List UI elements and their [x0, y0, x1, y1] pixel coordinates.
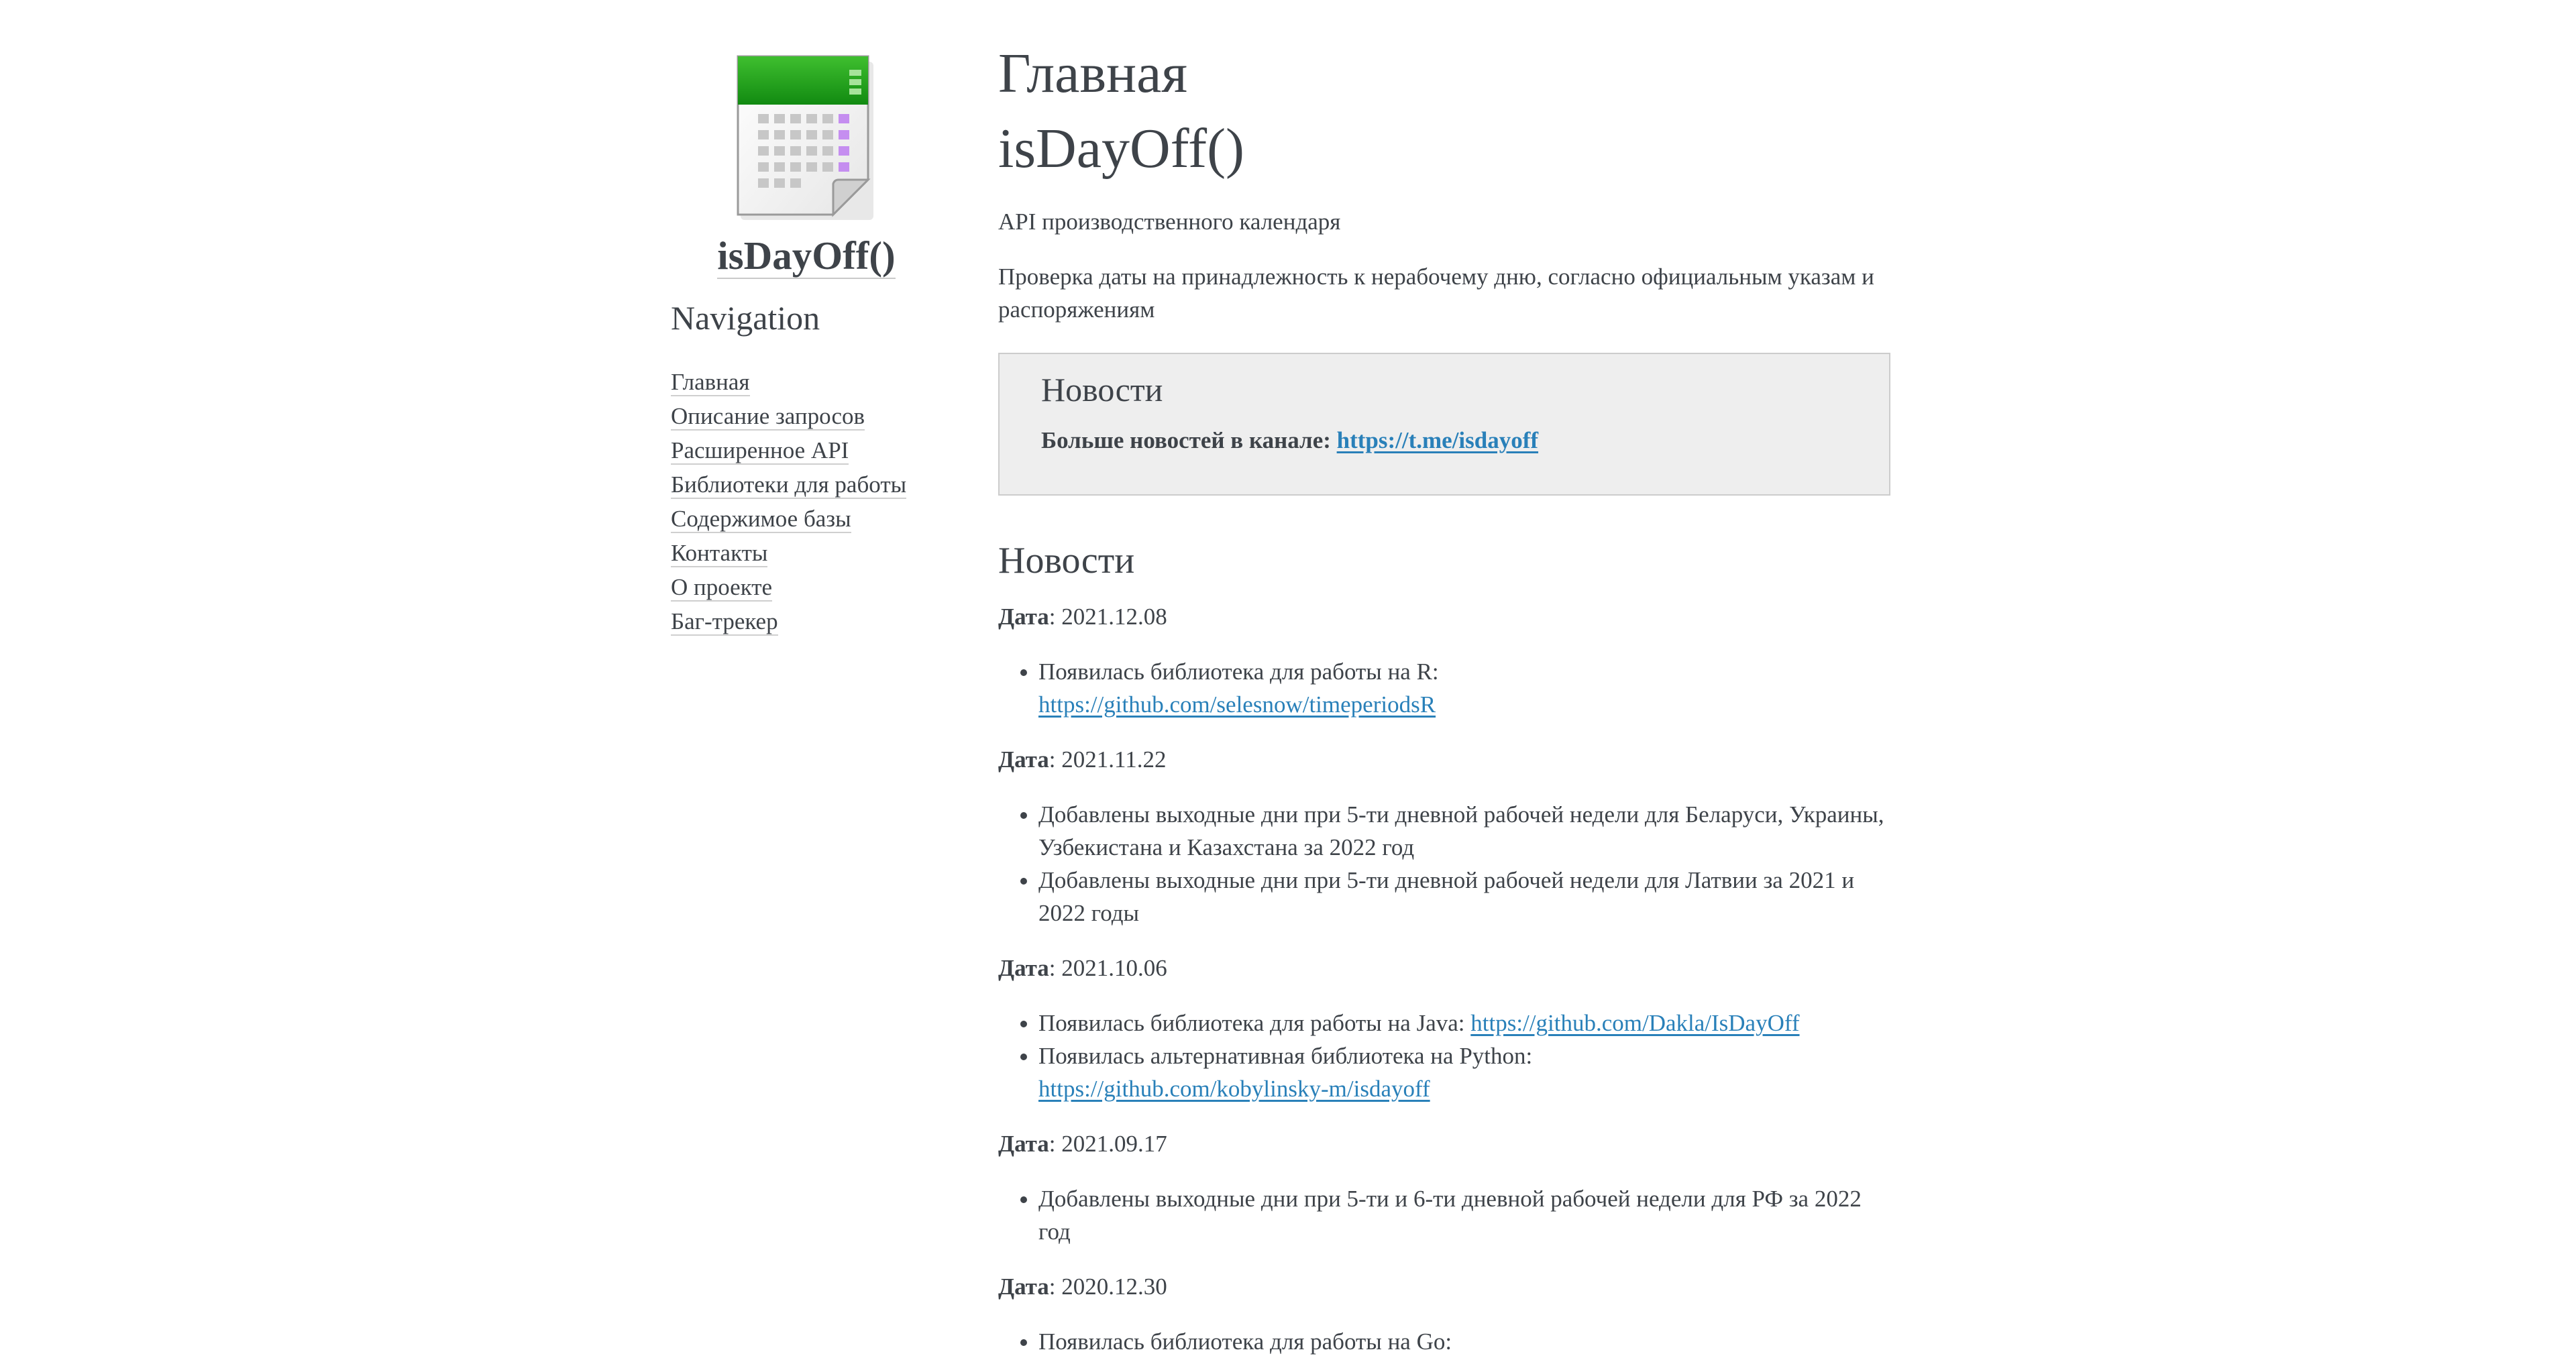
- news-item-text: Добавлены выходные дни при 5-ти дневной …: [1038, 867, 1855, 926]
- page-title: Главная isDayOff(): [998, 36, 1890, 186]
- date-value: 2021.09.17: [1061, 1131, 1167, 1157]
- news-entry: Дата: 2021.10.06 Появилась библиотека дл…: [998, 952, 1890, 1105]
- news-item: Появилась библиотека для работы на Go:: [1038, 1325, 1890, 1358]
- nav-link-bug-tracker[interactable]: Баг-трекер: [671, 608, 778, 636]
- date-label: Дата: [998, 955, 1049, 981]
- logo-title[interactable]: isDayOff(): [717, 234, 896, 279]
- news-items: Появилась библиотека для работы на Java:…: [998, 1007, 1890, 1105]
- nav-item-requests: Описание запросов: [671, 399, 953, 433]
- news-item-text: Появилась библиотека для работы на Java:: [1038, 1010, 1465, 1036]
- admonition-text: Больше новостей в канале: https://t.me/i…: [1041, 424, 1847, 457]
- page-title-line2: isDayOff(): [998, 117, 1245, 180]
- telegram-channel-link[interactable]: https://t.me/isdayoff: [1337, 427, 1538, 453]
- main-content: Главная isDayOff() API производственного…: [998, 36, 1890, 1358]
- news-item: Добавлены выходные дни при 5-ти и 6-ти д…: [1038, 1182, 1890, 1248]
- page: isDayOff() Navigation Главная Описание з…: [0, 0, 2576, 1355]
- news-date: Дата: 2021.11.22: [998, 746, 1167, 773]
- news-item: Добавлены выходные дни при 5-ти дневной …: [1038, 864, 1890, 929]
- news-entry: Дата: 2021.12.08 Появилась библиотека дл…: [998, 600, 1890, 721]
- news-item: Добавлены выходные дни при 5-ти дневной …: [1038, 798, 1890, 864]
- news-date: Дата: 2020.12.30: [998, 1274, 1167, 1300]
- date-value: 2021.11.22: [1061, 746, 1167, 773]
- nav-item-bug-tracker: Баг-трекер: [671, 604, 953, 638]
- calendar-logo-icon: [737, 55, 873, 220]
- news-date: Дата: 2021.12.08: [998, 604, 1167, 630]
- news-item-link[interactable]: https://github.com/kobylinsky-m/isdayoff: [1038, 1076, 1430, 1102]
- news-entry: Дата: 2021.09.17 Добавлены выходные дни …: [998, 1127, 1890, 1248]
- date-label: Дата: [998, 1131, 1049, 1157]
- news-entry: Дата: 2020.12.30 Появилась библиотека дл…: [998, 1270, 1890, 1358]
- news-item: Появилась библиотека для работы на Java:…: [1038, 1007, 1890, 1039]
- date-label: Дата: [998, 1274, 1049, 1300]
- nav-item-about: О проекте: [671, 570, 953, 604]
- news-date: Дата: 2021.10.06: [998, 955, 1167, 981]
- page-title-line1: Главная: [998, 42, 1187, 105]
- news-items: Добавлены выходные дни при 5-ти и 6-ти д…: [998, 1182, 1890, 1248]
- nav-link-db-contents[interactable]: Содержимое базы: [671, 505, 851, 533]
- nav-link-contacts[interactable]: Контакты: [671, 539, 768, 567]
- nav-item-libraries: Библиотеки для работы: [671, 467, 953, 502]
- news-item-link[interactable]: https://github.com/selesnow/timeperiodsR: [1038, 691, 1436, 718]
- nav-link-libraries[interactable]: Библиотеки для работы: [671, 471, 907, 499]
- admonition-label: Больше новостей в канале:: [1041, 427, 1331, 453]
- news-items: Добавлены выходные дни при 5-ти дневной …: [998, 798, 1890, 929]
- nav-item-contacts: Контакты: [671, 536, 953, 570]
- date-label: Дата: [998, 604, 1049, 630]
- description: Проверка даты на принадлежность к нерабо…: [998, 264, 1874, 323]
- news-item-text: Добавлены выходные дни при 5-ти дневной …: [1038, 801, 1884, 860]
- nav-link-requests[interactable]: Описание запросов: [671, 402, 865, 431]
- news-item: Появилась альтернативная библиотека на P…: [1038, 1039, 1890, 1105]
- sidebar: isDayOff() Navigation Главная Описание з…: [671, 47, 953, 638]
- date-value: 2021.12.08: [1061, 604, 1167, 630]
- news-items: Появилась библиотека для работы на Go:: [998, 1325, 1890, 1358]
- date-value: 2021.10.06: [1061, 955, 1167, 981]
- nav-heading: Navigation: [671, 298, 820, 337]
- news-item-text: Добавлены выходные дни при 5-ти и 6-ти д…: [1038, 1186, 1862, 1245]
- news-date: Дата: 2021.09.17: [998, 1131, 1167, 1157]
- logo-link[interactable]: isDayOff(): [671, 52, 942, 279]
- news-item: Появилась библиотека для работы на R: ht…: [1038, 655, 1890, 721]
- admonition-title: Новости: [1041, 371, 1163, 408]
- news-admonition: Новости Больше новостей в канале: https:…: [998, 353, 1890, 496]
- nav-item-db-contents: Содержимое базы: [671, 502, 953, 536]
- news-item-link[interactable]: https://github.com/Dakla/IsDayOff: [1470, 1010, 1799, 1036]
- date-label: Дата: [998, 746, 1049, 773]
- nav-link-home[interactable]: Главная: [671, 368, 750, 396]
- news-item-text: Появилась библиотека для работы на R:: [1038, 659, 1439, 685]
- date-value: 2020.12.30: [1061, 1274, 1167, 1300]
- nav-link-extended-api[interactable]: Расширенное API: [671, 437, 849, 465]
- nav-link-about[interactable]: О проекте: [671, 573, 773, 602]
- news-item-text: Появилась альтернативная библиотека на P…: [1038, 1043, 1533, 1069]
- news-items: Появилась библиотека для работы на R: ht…: [998, 655, 1890, 721]
- nav-list: Главная Описание запросов Расширенное AP…: [671, 365, 953, 638]
- news-heading: Новости: [998, 540, 1135, 581]
- nav-item-home: Главная: [671, 365, 953, 399]
- news-item-text: Появилась библиотека для работы на Go:: [1038, 1328, 1452, 1355]
- news-entry: Дата: 2021.11.22 Добавлены выходные дни …: [998, 743, 1890, 929]
- subtitle: API производственного календаря: [998, 209, 1341, 235]
- nav-item-extended-api: Расширенное API: [671, 433, 953, 467]
